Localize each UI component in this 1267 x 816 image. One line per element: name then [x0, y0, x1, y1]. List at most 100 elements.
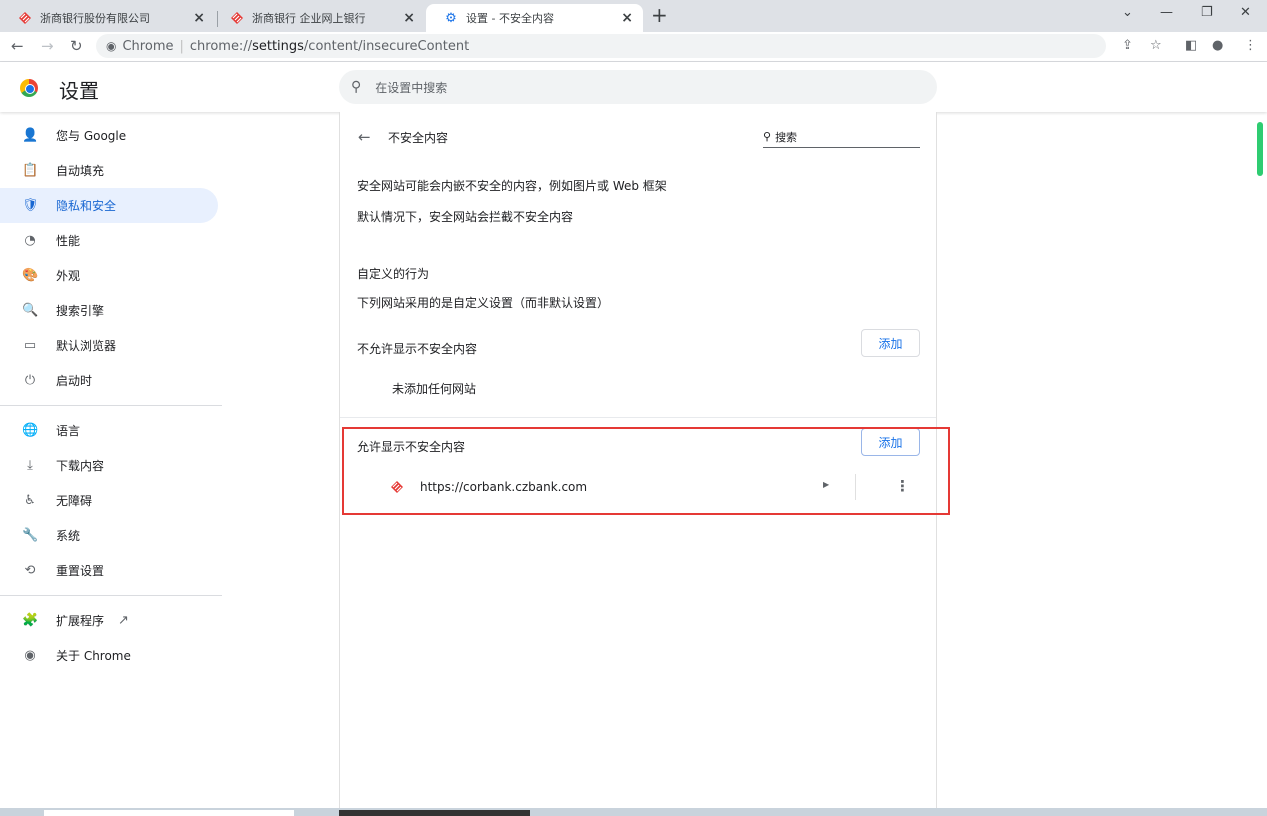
site-label: Chrome	[122, 38, 174, 54]
sidebar-item-label: 扩展程序	[56, 614, 105, 628]
add-blocked-site-button[interactable]: 添加	[861, 329, 920, 357]
sidebar-item-label: 自动填充	[56, 164, 105, 178]
search-placeholder: 在设置中搜索	[375, 80, 448, 95]
sidebar-item-label: 系统	[56, 529, 81, 543]
back-icon[interactable]: ←	[11, 37, 24, 55]
sidebar-item-label: 启动时	[56, 374, 93, 388]
row-separator	[855, 474, 856, 500]
settings-content-card: ← 不安全内容 ⚲ 搜索 安全网站可能会内嵌不安全的内容，例如图片或 Web 框…	[339, 112, 937, 816]
address-separator: |	[179, 38, 184, 54]
taskbar-item[interactable]	[44, 810, 294, 816]
sidebar-item-label: 外观	[56, 269, 81, 283]
sidebar-item-label: 搜索引擎	[56, 304, 105, 318]
more-actions-icon[interactable]: ⋮	[895, 477, 910, 495]
sidebar-item-privacy[interactable]: 🛡 隐私和安全	[0, 188, 218, 223]
default-behavior-text: 默认情况下，安全网站会拦截不安全内容	[357, 210, 574, 224]
settings-header: 设置 ⚲ 在设置中搜索	[0, 62, 1267, 112]
new-tab-button[interactable]: +	[651, 3, 668, 27]
sidebar-item-languages[interactable]: 🌐 语言	[0, 413, 222, 448]
close-icon[interactable]: ×	[193, 10, 205, 26]
back-arrow-icon[interactable]: ←	[358, 128, 371, 146]
side-panel-icon[interactable]: ◧	[1185, 38, 1197, 53]
sidebar-item-downloads[interactable]: ⤓ 下载内容	[0, 448, 222, 483]
sidebar-item-label: 语言	[56, 424, 81, 438]
chrome-icon: ◉	[24, 648, 36, 663]
shield-icon: 🛡	[22, 198, 39, 213]
subpage-search-input[interactable]: ⚲ 搜索	[763, 126, 920, 148]
reset-icon: ⟲	[24, 563, 36, 578]
page-title: 设置	[59, 79, 99, 103]
czbank-logo-icon	[230, 11, 244, 25]
sidebar-item-on-startup[interactable]: ⏻ 启动时	[0, 363, 222, 398]
list-item[interactable]: https://corbank.czbank.com ▶ ⋮	[390, 474, 920, 500]
accessibility-icon: ♿	[24, 493, 36, 508]
tab-czbank-ebank[interactable]: 浙商银行 企业网上银行 ×	[212, 4, 425, 32]
sidebar-item-default-browser[interactable]: ▭ 默认浏览器	[0, 328, 222, 363]
sidebar-item-extensions[interactable]: 🧩 扩展程序 ↗	[0, 603, 222, 638]
sidebar-item-performance[interactable]: ◔ 性能	[0, 223, 222, 258]
menu-kebab-icon[interactable]: ⋮	[1244, 38, 1257, 53]
tab-title: 设置 - 不安全内容	[466, 12, 554, 25]
add-allowed-site-button[interactable]: 添加	[861, 428, 920, 456]
block-section-label: 不允许显示不安全内容	[357, 342, 478, 356]
search-icon: 🔍	[22, 303, 39, 318]
settings-search-input[interactable]: ⚲ 在设置中搜索	[339, 70, 937, 104]
window-close-icon[interactable]: ✕	[1240, 5, 1251, 20]
taskbar	[0, 808, 1267, 816]
allow-section-label: 允许显示不安全内容	[357, 440, 466, 454]
close-icon[interactable]: ×	[621, 10, 633, 26]
speedometer-icon: ◔	[24, 233, 36, 248]
tab-settings[interactable]: ⚙ 设置 - 不安全内容 ×	[426, 4, 643, 32]
sidebar-item-you-and-google[interactable]: 👤 您与 Google	[0, 118, 222, 153]
settings-sidebar: 👤 您与 Google 📋 自动填充 🛡 隐私和安全 ◔ 性能 🎨 外观 🔍 搜…	[0, 118, 222, 673]
restore-icon[interactable]: ❐	[1201, 5, 1213, 20]
puzzle-icon: 🧩	[22, 613, 39, 628]
czbank-logo-icon	[18, 11, 32, 25]
custom-behavior-heading: 自定义的行为	[357, 267, 430, 281]
sidebar-item-about-chrome[interactable]: ◉ 关于 Chrome	[0, 638, 222, 673]
sidebar-item-label: 无障碍	[56, 494, 93, 508]
sidebar-item-label: 隐私和安全	[56, 199, 117, 213]
sidebar-item-autofill[interactable]: 📋 自动填充	[0, 153, 222, 188]
expand-arrow-icon[interactable]: ▶	[823, 480, 829, 489]
sidebar-item-label: 性能	[56, 234, 81, 248]
custom-behavior-subtitle: 下列网站采用的是自定义设置（而非默认设置）	[357, 296, 610, 310]
globe-icon: 🌐	[22, 423, 39, 438]
bookmark-star-icon[interactable]: ☆	[1150, 38, 1162, 53]
sidebar-item-label: 下载内容	[56, 459, 105, 473]
sidebar-item-accessibility[interactable]: ♿ 无障碍	[0, 483, 222, 518]
sidebar-item-system[interactable]: 🔧 系统	[0, 518, 222, 553]
sidebar-item-label: 关于 Chrome	[56, 649, 131, 663]
reload-icon[interactable]: ↻	[70, 37, 83, 55]
tab-search-icon[interactable]: ⌄	[1122, 5, 1133, 20]
subpage-title: 不安全内容	[388, 131, 449, 145]
palette-icon: 🎨	[22, 268, 39, 283]
share-icon[interactable]: ⇪	[1122, 38, 1133, 53]
tab-czbank-corp[interactable]: 浙商银行股份有限公司 ×	[0, 4, 215, 32]
sidebar-item-appearance[interactable]: 🎨 外观	[0, 258, 222, 293]
sidebar-item-label: 默认浏览器	[56, 339, 117, 353]
gear-icon: ⚙	[445, 10, 457, 26]
scrollbar-thumb[interactable]	[1257, 122, 1263, 176]
clipboard-icon: 📋	[22, 163, 39, 178]
wrench-icon: 🔧	[22, 528, 39, 543]
chrome-logo-icon	[20, 79, 38, 97]
minimize-icon[interactable]: —	[1160, 5, 1173, 20]
sidebar-item-reset[interactable]: ⟲ 重置设置	[0, 553, 222, 588]
profile-icon[interactable]: ●	[1212, 38, 1223, 53]
person-icon: 👤	[22, 128, 39, 143]
section-divider	[340, 417, 936, 418]
sidebar-divider	[0, 595, 222, 596]
taskbar-item[interactable]	[339, 810, 530, 816]
address-bar[interactable]: ◉ Chrome | chrome://settings/content/ins…	[96, 34, 1106, 58]
tab-title: 浙商银行股份有限公司	[40, 12, 150, 25]
sidebar-item-label: 您与 Google	[56, 129, 127, 143]
sidebar-item-label: 重置设置	[56, 564, 105, 578]
browser-toolbar: ← → ↻ ◉ Chrome | chrome://settings/conte…	[0, 32, 1267, 62]
close-icon[interactable]: ×	[403, 10, 415, 26]
external-link-icon: ↗	[118, 613, 129, 628]
browser-icon: ▭	[23, 338, 37, 353]
forward-icon[interactable]: →	[41, 37, 54, 55]
sidebar-item-search-engine[interactable]: 🔍 搜索引擎	[0, 293, 222, 328]
download-icon: ⤓	[27, 458, 33, 473]
